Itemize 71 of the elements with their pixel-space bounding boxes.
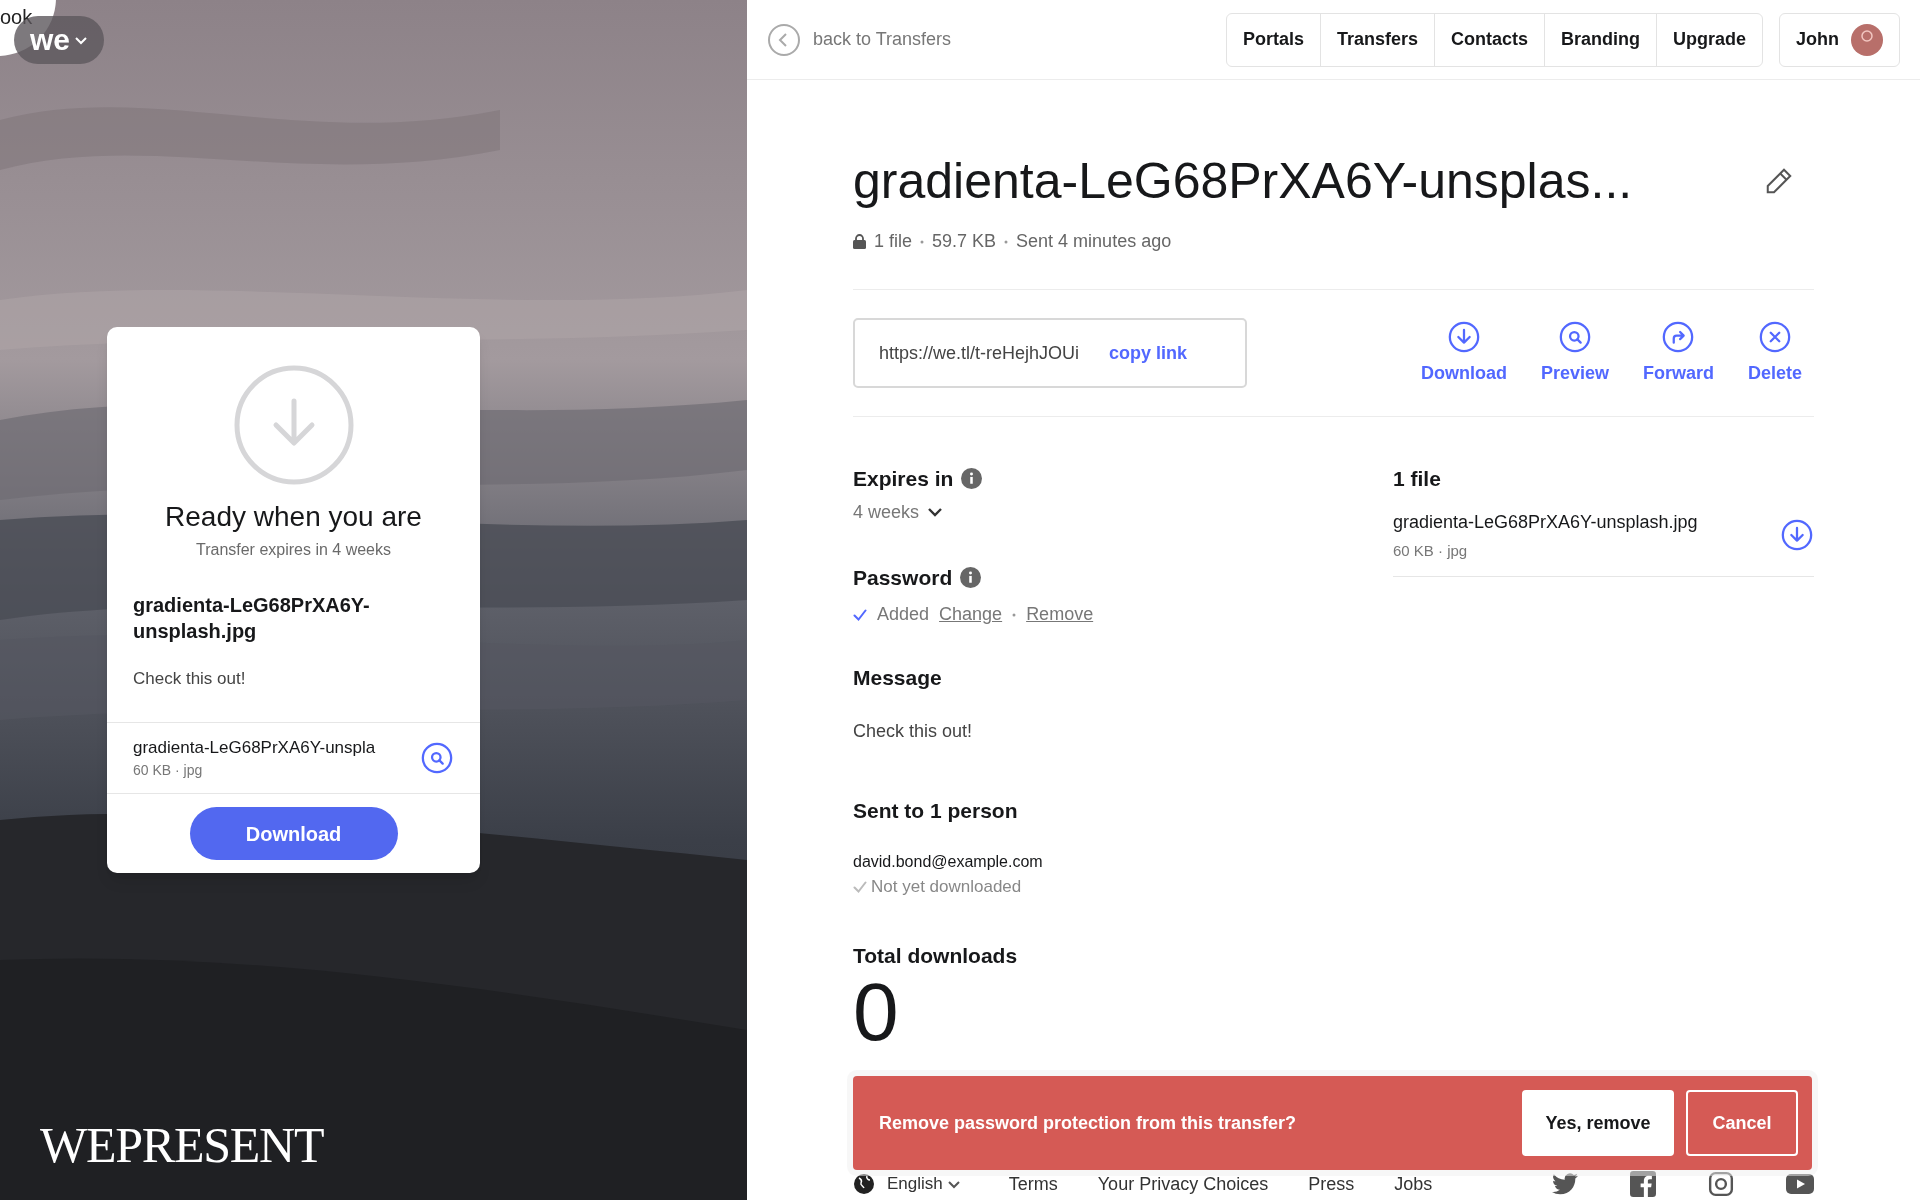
download-icon — [1780, 518, 1814, 553]
avatar-icon — [1851, 23, 1883, 56]
action-button[interactable]: Download — [1420, 319, 1507, 387]
close-icon — [1758, 319, 1792, 354]
file-name: gradienta-LeG68PrXA6Y-unspla — [133, 736, 376, 759]
transfer-meta: Sent 4 minutes ago — [1016, 230, 1172, 253]
password-link[interactable]: Remove — [1026, 601, 1094, 628]
camera-icon[interactable] — [1708, 1171, 1734, 1197]
pencil-icon[interactable] — [1764, 166, 1794, 196]
separator-dot — [1004, 239, 1009, 244]
nav-tab[interactable]: Transfers — [1319, 13, 1434, 66]
file-meta: 60 KB · jpg — [133, 761, 204, 780]
section-heading: Expires in — [853, 466, 954, 492]
nav-tab[interactable]: Portals — [1226, 13, 1320, 66]
transfer-title: gradienta-LeG68PrXA6Y-unsplas... — [853, 156, 1633, 206]
section-heading: Message — [853, 665, 943, 691]
brand-wordmark: WEPRESENT — [40, 1116, 324, 1175]
separator-dot — [920, 239, 925, 244]
banner-message: Remove password protection from this transfer? — [879, 1111, 1298, 1135]
message-text: Check this out! — [853, 719, 974, 743]
download-icon — [1446, 319, 1481, 354]
nav-tab[interactable]: Contacts — [1433, 13, 1544, 66]
globe-icon[interactable] — [853, 1173, 875, 1195]
recipient-email: david.bond@example.com — [853, 852, 1044, 872]
back-link[interactable]: back to Transfers — [767, 22, 952, 57]
expiry-dropdown[interactable]: 4 weeks — [853, 498, 944, 526]
section-heading: Sent to 1 person — [853, 797, 1019, 824]
action-button[interactable]: Delete — [1747, 319, 1802, 387]
transfer-link[interactable]: https://we.tl/t-reHejhJOUi — [879, 339, 1080, 367]
nav-tab[interactable]: Upgrade — [1656, 13, 1762, 66]
footer-link[interactable]: Press — [1308, 1170, 1355, 1198]
transfer-meta: 1 file — [874, 230, 913, 253]
section-heading: 1 file — [1393, 466, 1442, 492]
file-meta: 60 KB · jpg — [1393, 540, 1469, 561]
password-status: Added — [877, 603, 930, 626]
copy-link-button[interactable]: copy link — [1109, 339, 1188, 367]
play-icon[interactable] — [1786, 1173, 1814, 1195]
card-title: Ready when you are — [165, 500, 422, 534]
download-count: 0 — [853, 971, 900, 1053]
section-heading: Password — [853, 564, 953, 591]
search-icon — [420, 740, 454, 775]
facebook-icon[interactable] — [1630, 1171, 1656, 1197]
footer-link[interactable]: Jobs — [1394, 1170, 1433, 1198]
chevron-down-icon — [927, 507, 944, 517]
language-selector[interactable]: English — [887, 1171, 961, 1197]
user-menu[interactable]: John — [1779, 12, 1900, 67]
cancel-button[interactable]: Cancel — [1686, 1090, 1798, 1156]
action-button[interactable]: Preview — [1540, 319, 1609, 387]
separator-dot — [1012, 612, 1017, 617]
bird-icon[interactable] — [1552, 1173, 1578, 1195]
search-icon — [1557, 319, 1592, 354]
recipient-status: Not yet downloaded — [871, 876, 1022, 898]
info-icon[interactable] — [961, 468, 983, 490]
section-heading: Total downloads — [853, 942, 1019, 969]
chevron-down-icon — [74, 35, 89, 45]
lock-icon — [853, 234, 866, 249]
download-button[interactable]: Download — [189, 807, 398, 860]
password-link[interactable]: Change — [939, 601, 1003, 628]
nav-tab[interactable]: Branding — [1544, 13, 1656, 66]
file-title: gradienta-LeG68PrXA6Y-unsplash.jpg — [133, 593, 371, 644]
confirm-button[interactable]: Yes, remove — [1522, 1090, 1674, 1156]
action-button[interactable]: Forward — [1642, 319, 1714, 387]
footer-link[interactable]: Terms — [1008, 1170, 1058, 1198]
transfer-meta: 59.7 KB — [932, 230, 997, 253]
chevron-down-icon — [946, 1179, 961, 1189]
download-icon — [233, 365, 354, 485]
footer-link[interactable]: Your Privacy Choices — [1097, 1170, 1269, 1198]
info-icon[interactable] — [960, 566, 982, 588]
file-name: gradienta-LeG68PrXA6Y-unsplash.jpg — [1393, 510, 1698, 534]
card-subtitle: Transfer expires in 4 weeks — [195, 540, 391, 560]
message-text: Check this out! — [133, 668, 247, 690]
